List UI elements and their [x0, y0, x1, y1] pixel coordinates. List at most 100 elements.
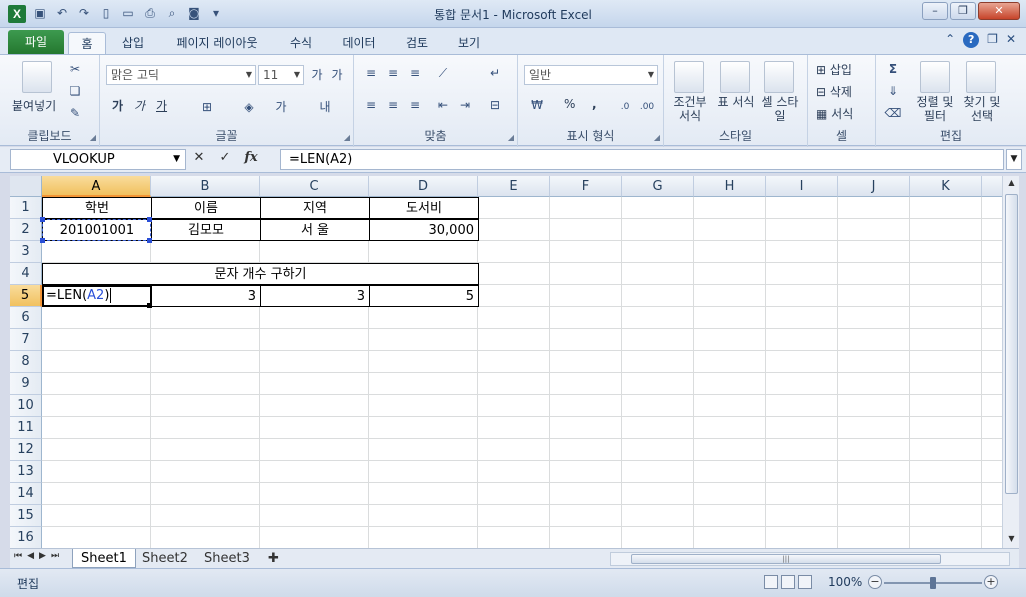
delete-cells-button[interactable]: ⊟ 삭제	[816, 83, 852, 100]
minimize-icon[interactable]: –	[922, 2, 948, 20]
copy-icon[interactable]: ❏	[66, 83, 84, 99]
tab-file[interactable]: 파일	[8, 30, 64, 54]
column-header[interactable]: C	[260, 176, 369, 197]
font-name-combo[interactable]: 맑은 고딕 ▼	[106, 65, 256, 85]
paste-icon[interactable]	[22, 61, 52, 93]
insert-function-icon[interactable]: fx	[242, 150, 260, 165]
sort-filter-icon[interactable]	[920, 61, 950, 93]
conditional-format-button[interactable]: 조건부 서식	[668, 95, 712, 123]
row-header[interactable]: 8	[10, 351, 42, 373]
last-sheet-icon[interactable]: ⏭	[51, 551, 59, 561]
row-header[interactable]: 5	[10, 285, 42, 307]
cell-c5[interactable]: 3	[260, 285, 370, 307]
reference-handle[interactable]	[40, 217, 45, 222]
percent-button[interactable]: %	[564, 97, 575, 111]
dialog-launcher-icon[interactable]: ◢	[344, 133, 350, 142]
format-as-table-icon[interactable]	[720, 61, 750, 93]
italic-button[interactable]: 가	[134, 97, 145, 114]
row-header[interactable]: 1	[10, 197, 42, 219]
reference-handle[interactable]	[40, 238, 45, 243]
enter-icon[interactable]: ✓	[216, 150, 234, 165]
page-layout-view-icon[interactable]	[781, 575, 795, 589]
horizontal-scroll-thumb[interactable]: |||	[631, 554, 941, 564]
accounting-format-icon[interactable]: ₩	[528, 97, 546, 113]
tab-insert[interactable]: 삽입	[112, 32, 154, 54]
cell-styles-icon[interactable]	[764, 61, 794, 93]
zoom-slider[interactable]: − +	[868, 575, 998, 591]
scroll-up-icon[interactable]: ▲	[1005, 176, 1018, 190]
row-header[interactable]: 4	[10, 263, 42, 285]
row-header[interactable]: 11	[10, 417, 42, 439]
window-restore-icon[interactable]: ❐	[987, 32, 998, 48]
normal-view-icon[interactable]	[764, 575, 778, 589]
sheet-tab-sheet3[interactable]: Sheet3	[196, 549, 258, 568]
column-header[interactable]: E	[478, 176, 550, 197]
format-cells-button[interactable]: ▦ 서식	[816, 105, 853, 122]
font-color-icon[interactable]: 가	[272, 99, 290, 115]
row-header[interactable]: 10	[10, 395, 42, 417]
conditional-format-icon[interactable]	[674, 61, 704, 93]
cell-d2[interactable]: 30,000	[369, 219, 479, 241]
comma-button[interactable]: ,	[592, 97, 597, 111]
shrink-font-icon[interactable]: 가	[328, 67, 346, 83]
increase-decimal-icon[interactable]: .0	[616, 99, 634, 115]
underline-button[interactable]: 가	[156, 97, 167, 114]
row-header[interactable]: 12	[10, 439, 42, 461]
row-header[interactable]: 7	[10, 329, 42, 351]
column-header[interactable]: B	[151, 176, 260, 197]
cell-b1[interactable]: 이름	[151, 197, 261, 219]
dialog-launcher-icon[interactable]: ◢	[90, 133, 96, 142]
cell-b2[interactable]: 김모모	[151, 219, 261, 241]
cancel-icon[interactable]: ✕	[190, 150, 208, 165]
next-sheet-icon[interactable]: ▶	[39, 551, 46, 561]
insert-sheet-icon[interactable]: ✚	[260, 549, 287, 568]
reference-handle[interactable]	[147, 217, 152, 222]
decrease-decimal-icon[interactable]: .00	[638, 99, 656, 115]
column-header[interactable]: G	[622, 176, 694, 197]
number-format-combo[interactable]: 일반 ▼	[524, 65, 658, 85]
tab-page-layout[interactable]: 페이지 레이아웃	[166, 32, 268, 54]
column-header[interactable]: H	[694, 176, 766, 197]
zoom-level[interactable]: 100%	[828, 575, 862, 589]
ribbon-collapse-icon[interactable]: ⌃	[945, 32, 955, 48]
align-top-icon[interactable]: ≡	[362, 65, 380, 81]
row-header[interactable]: 16	[10, 527, 42, 548]
row-header[interactable]: 15	[10, 505, 42, 527]
cell-b5[interactable]: 3	[151, 285, 261, 307]
zoom-knob[interactable]	[930, 577, 936, 589]
page-break-view-icon[interactable]	[798, 575, 812, 589]
merge-center-icon[interactable]: ⊟	[486, 97, 504, 113]
column-header[interactable]: J	[838, 176, 910, 197]
restore-icon[interactable]: ❐	[950, 2, 976, 20]
reference-handle[interactable]	[147, 238, 152, 243]
row-header[interactable]: 13	[10, 461, 42, 483]
merged-title-cell[interactable]: 문자 개수 구하기	[42, 263, 479, 285]
vertical-scroll-thumb[interactable]	[1005, 194, 1018, 494]
formula-input[interactable]: =LEN(A2)	[280, 149, 1004, 170]
format-as-table-button[interactable]: 표 서식	[714, 95, 758, 109]
grow-font-icon[interactable]: 가	[308, 67, 326, 83]
tab-data[interactable]: 데이터	[334, 32, 384, 54]
column-header[interactable]	[982, 176, 1002, 197]
cut-icon[interactable]: ✂	[66, 61, 84, 77]
format-painter-icon[interactable]: ✎	[66, 105, 84, 121]
close-icon[interactable]: ✕	[978, 2, 1020, 20]
find-select-button[interactable]: 찾기 및 선택	[958, 95, 1006, 123]
borders-icon[interactable]: ⊞	[198, 99, 216, 115]
orientation-icon[interactable]: ⟋	[434, 65, 452, 81]
column-header[interactable]: K	[910, 176, 982, 197]
select-all-button[interactable]	[10, 176, 42, 197]
align-right-icon[interactable]: ≡	[406, 97, 424, 113]
sheet-tab-sheet1[interactable]: Sheet1	[72, 549, 136, 568]
expand-formula-icon[interactable]: ▼	[1006, 149, 1022, 170]
font-size-combo[interactable]: 11 ▼	[258, 65, 304, 85]
column-header[interactable]: F	[550, 176, 622, 197]
horizontal-scrollbar[interactable]: |||	[610, 552, 1010, 566]
dialog-launcher-icon[interactable]: ◢	[508, 133, 514, 142]
align-left-icon[interactable]: ≡	[362, 97, 380, 113]
fill-icon[interactable]: ⇓	[884, 83, 902, 99]
row-header[interactable]: 9	[10, 373, 42, 395]
column-header[interactable]: A	[42, 176, 151, 197]
row-header[interactable]: 6	[10, 307, 42, 329]
row-header[interactable]: 3	[10, 241, 42, 263]
